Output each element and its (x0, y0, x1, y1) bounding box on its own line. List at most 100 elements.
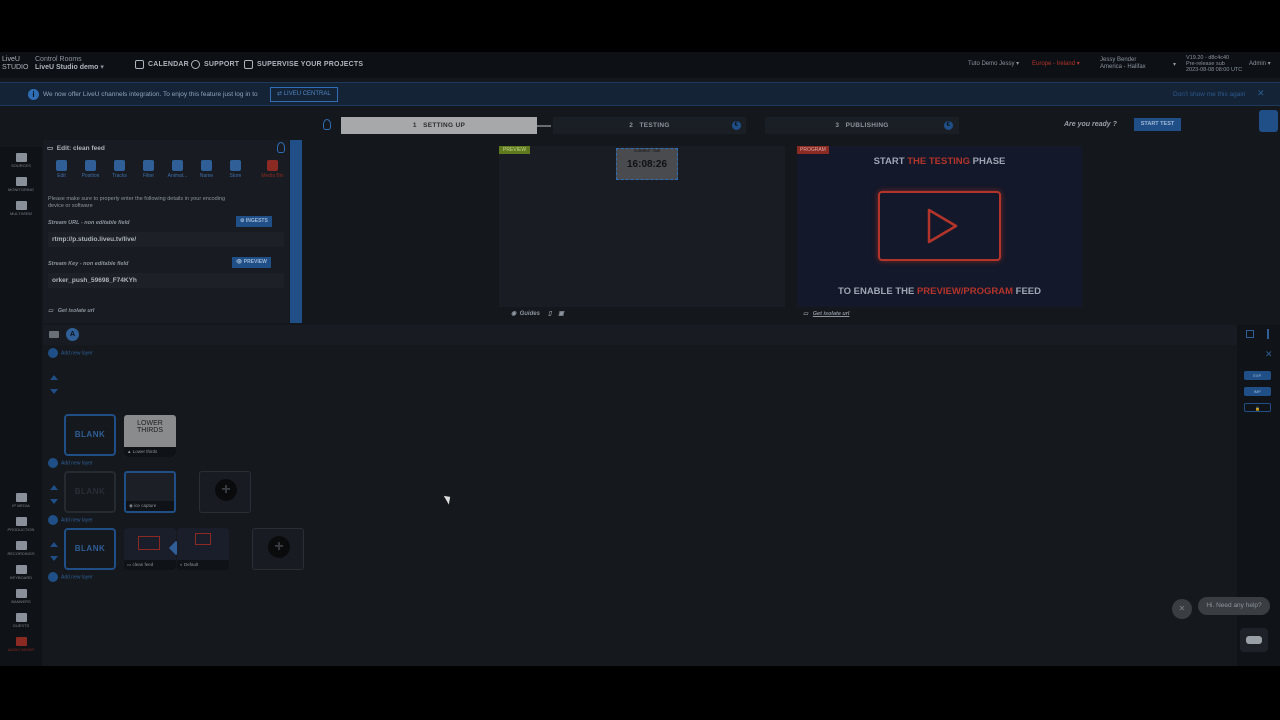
user-menu-caret[interactable]: ▾ (1173, 62, 1176, 69)
sidebar-item-sources[interactable]: SOURCES (0, 153, 42, 168)
region-selector[interactable]: Europe - Ireland ▾ (1032, 61, 1080, 68)
banner-close-icon[interactable]: ✕ (1257, 88, 1265, 99)
step-label: PUBLISHING (845, 122, 889, 129)
help-close-button[interactable]: ✕ (1172, 599, 1192, 619)
tool-label: Store (229, 173, 242, 179)
instructions-line1: Please make sure to properly enter the f… (48, 196, 226, 202)
user-menu[interactable]: Jessy Bender America - Halifax (1100, 57, 1146, 71)
plus-icon (48, 515, 58, 525)
export-button[interactable]: EXP. (1244, 371, 1271, 380)
control-room-selector[interactable]: Control Rooms LiveU Studio demo ▾ (35, 56, 104, 72)
sidebar-label: IP MEDIA (12, 503, 30, 508)
panel-collapse-bar[interactable] (290, 140, 302, 323)
ice-capture-thumb[interactable]: ◉ ice capture (124, 471, 176, 513)
more-icon[interactable] (1267, 329, 1269, 339)
sidebar-item-monitoring[interactable]: MONITORING (0, 177, 42, 192)
program-line1: START THE TESTING PHASE (797, 156, 1082, 167)
liveu-central-button[interactable]: ⇄ LIVEU CENTRAL (270, 87, 338, 102)
chat-launcher-button[interactable] (1240, 628, 1268, 652)
default-thumb[interactable]: ◐ Default (177, 528, 229, 570)
add-layer-button[interactable]: Add new layer (48, 515, 93, 525)
add-layer-button[interactable]: Add new layer (48, 572, 93, 582)
clean-feed-thumb[interactable]: ▭ clean feed (124, 528, 176, 570)
sidebar-item-production[interactable]: PRODUCTION (0, 517, 42, 532)
text-cursor-icon (201, 160, 212, 171)
start-test-button[interactable]: START TEST (1134, 118, 1181, 131)
step-publishing[interactable]: 3 PUBLISHING € (765, 117, 959, 134)
add-layer-label: Add new layer (61, 350, 93, 357)
get-isolate-link-left[interactable]: ▭ Get isolate url (48, 308, 94, 314)
stream-url-field[interactable]: rtmp://p.studio.liveu.tv/live/ (48, 232, 284, 247)
sidebar-item-multiview[interactable]: MULTIVIEW (0, 201, 42, 216)
sidebar-item-guests[interactable]: GUESTS (0, 613, 42, 628)
close-icon[interactable]: ✕ (1265, 349, 1273, 360)
tool-position[interactable]: Position (76, 160, 105, 179)
clock-overlay[interactable]: CURRENT TIME 16:08:26 (616, 148, 678, 180)
sidebar-label: AUDIO MIXER (7, 647, 35, 652)
chat-icon[interactable] (1259, 110, 1278, 132)
lock-button[interactable]: 🔒 (1244, 403, 1271, 412)
move-up-icon[interactable] (50, 375, 58, 380)
blank-slot[interactable]: BLANK (64, 471, 116, 513)
nav-support[interactable]: SUPPORT (191, 60, 239, 69)
move-up-icon[interactable] (50, 485, 58, 490)
store-icon (230, 160, 241, 171)
admin-menu[interactable]: Admin ▾ (1249, 61, 1271, 68)
add-layer-button[interactable]: Add new layer (48, 458, 93, 468)
tool-tracks[interactable]: Tracks (105, 160, 134, 179)
program-line2: TO ENABLE THE PREVIEW/PROGRAM FEED (797, 286, 1082, 297)
bulb-icon[interactable] (323, 119, 331, 130)
font-a-icon[interactable]: A (66, 328, 79, 341)
monitoring-icon (15, 177, 27, 186)
add-layer-button[interactable]: Add new layer (48, 348, 93, 358)
copy-icon[interactable] (1246, 330, 1254, 338)
sidebar-item-keyboard[interactable]: KEYBOARD (0, 565, 42, 580)
keyboard-icon[interactable] (49, 331, 59, 338)
tool-label: Media Bin (261, 173, 284, 179)
dont-show-again-link[interactable]: Don't show me this again (1173, 91, 1245, 98)
guides-toggle[interactable]: ◉ Guides ▯ ▣ (511, 310, 564, 317)
tool-animations[interactable]: Animat... (163, 160, 192, 179)
ingests-button[interactable]: ⚙ INGESTS (236, 216, 272, 227)
move-down-icon[interactable] (50, 556, 58, 561)
tool-name[interactable]: Name (192, 160, 221, 179)
sidebar-item-banners[interactable]: BANNERS (0, 589, 42, 604)
import-button[interactable]: IMP. (1244, 387, 1271, 396)
move-down-icon[interactable] (50, 389, 58, 394)
stream-key-field[interactable]: orker_push_59698_F74KYh (48, 273, 284, 288)
preview-key-button[interactable]: 👁 PREVIEW (232, 257, 271, 268)
brush-icon (143, 160, 154, 171)
lightbulb-icon[interactable] (277, 142, 285, 153)
tracks-icon (114, 160, 125, 171)
step-testing[interactable]: 2 TESTING € (553, 117, 746, 134)
tool-filter[interactable]: Filter (134, 160, 163, 179)
satellite-icon (15, 493, 27, 502)
tool-label: Position (81, 173, 100, 179)
blank-slot[interactable]: BLANK (64, 414, 116, 456)
move-up-icon[interactable] (50, 542, 58, 547)
tool-media-bin[interactable]: Media Bin (258, 160, 287, 179)
tool-edit[interactable]: Edit (47, 160, 76, 179)
tool-label: Name (199, 173, 214, 179)
nav-support-label: SUPPORT (204, 61, 240, 68)
sidebar-item-audio-mixer[interactable]: AUDIO MIXER (0, 637, 42, 652)
sidebar-item-ip-media[interactable]: IP MEDIA (0, 493, 42, 508)
lower-thirds-thumb[interactable]: LOWER THIRDS ▲ Lower thirds (124, 415, 176, 457)
caption-text: Default (183, 562, 199, 567)
project-selector[interactable]: Tuto Demo Jessy ▾ (968, 61, 1019, 68)
tool-store[interactable]: Store (221, 160, 250, 179)
step-setting-up[interactable]: 1 SETTING UP (341, 117, 537, 134)
help-bubble[interactable]: Hi. Need any help? (1198, 597, 1270, 615)
nav-calendar[interactable]: CALENDAR (135, 60, 189, 69)
add-source-slot[interactable]: + (199, 471, 251, 513)
blank-slot[interactable]: BLANK (64, 528, 116, 570)
nav-supervise[interactable]: SUPERVISE YOUR PROJECTS (244, 60, 363, 69)
sidebar-label: KEYBOARD (9, 575, 33, 580)
plus-icon (48, 348, 58, 358)
get-isolate-link-right[interactable]: ▭ Get isolate url (803, 311, 849, 317)
liveu-logo[interactable]: LiveU STUDIO (2, 56, 32, 74)
add-source-slot[interactable]: + (252, 528, 304, 570)
edit-panel: ▭ Edit: clean feed Edit Position Tracks … (43, 140, 289, 323)
move-down-icon[interactable] (50, 499, 58, 504)
sidebar-item-recordings[interactable]: RECORDINGS (0, 541, 42, 556)
